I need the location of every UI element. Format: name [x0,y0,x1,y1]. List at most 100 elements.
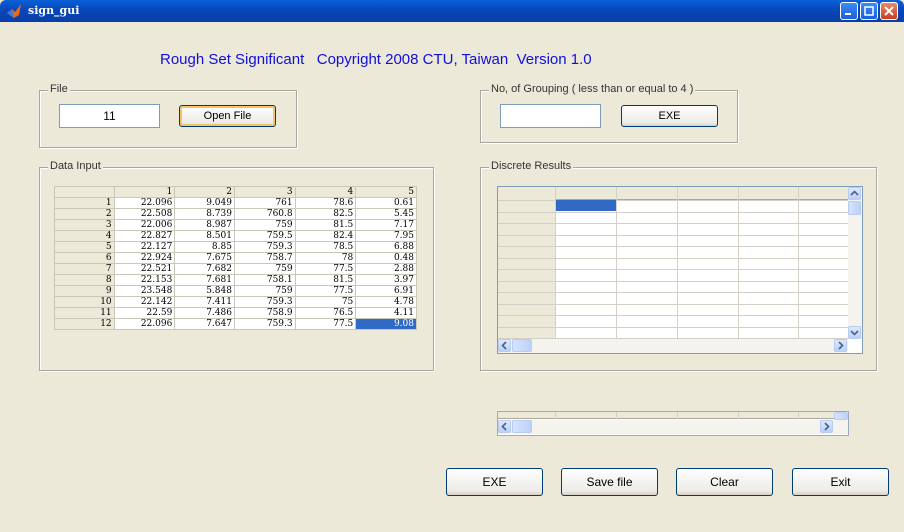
vertical-scroll-thumb[interactable] [848,201,861,215]
table-cell[interactable]: 9.049 [174,197,235,209]
secondary-vertical-thumb[interactable] [834,412,848,420]
table-cell[interactable]: 77.5 [294,263,357,275]
table-cell[interactable]: 761 [233,197,296,209]
clear-button[interactable]: Clear [676,468,773,496]
table-cell[interactable]: 6.91 [355,285,417,297]
table-cell[interactable]: 759.5 [233,230,296,242]
exe-button[interactable]: EXE [446,468,543,496]
table-cell[interactable]: 7.95 [355,230,417,242]
table-cell[interactable]: 7.647 [174,318,235,330]
table-cell[interactable]: 81.5 [294,274,357,286]
table-cell[interactable]: 6.88 [355,241,417,253]
table-cell[interactable]: 759.3 [233,296,296,308]
save-file-button[interactable]: Save file [561,468,658,496]
table-cell[interactable]: 758.7 [233,252,296,264]
table-cell[interactable]: 8.85 [174,241,235,253]
table-cell[interactable]: 22.521 [113,263,176,275]
table-cell[interactable]: 2.88 [355,263,417,275]
table-cell[interactable]: 78.6 [294,197,357,209]
table-cell[interactable]: 760.8 [233,208,296,220]
table-cell[interactable]: 22.127 [113,241,176,253]
scroll-left-button[interactable] [498,339,511,352]
table-cell[interactable]: 76.5 [294,307,357,319]
grouping-input[interactable] [500,104,601,128]
grid-row-header [498,187,556,339]
chevron-left-icon [501,341,507,350]
table-cell[interactable]: 0.61 [355,197,417,209]
table-cell[interactable]: 7.17 [355,219,417,231]
table-cell[interactable]: 78.5 [294,241,357,253]
table-row-header: 6 [54,252,115,264]
chevron-right-icon [824,422,830,431]
table-row-header: 5 [54,241,115,253]
file-number-input[interactable]: 11 [59,104,160,128]
table-cell[interactable]: 759.3 [233,318,296,330]
secondary-horizontal-scrollbar[interactable] [498,420,848,434]
discrete-results-grid[interactable] [497,186,863,354]
selected-cell[interactable] [556,200,616,211]
table-cell[interactable]: 78 [294,252,357,264]
table-cell[interactable]: 75 [294,296,357,308]
table-cell[interactable]: 22.827 [113,230,176,242]
open-file-button[interactable]: Open File [179,105,276,127]
table-cell[interactable]: 22.59 [113,307,176,319]
table-cell[interactable]: 22.924 [113,252,176,264]
table-cell[interactable]: 4.11 [355,307,417,319]
table-cell[interactable]: 23.548 [113,285,176,297]
table-row: 6 22.924 7.675 758.7 78 0.48 [54,252,417,264]
table-cell[interactable]: 77.5 [294,285,357,297]
table-cell[interactable]: 22.142 [113,296,176,308]
table-cell[interactable]: 22.096 [113,197,176,209]
data-input-table[interactable]: 12345 1 22.096 9.049 761 78.6 0.61 2 22.508 8.73… [54,186,417,330]
exit-button[interactable]: Exit [792,468,889,496]
table-cell[interactable]: 22.153 [113,274,176,286]
table-cell[interactable]: 22.096 [113,318,176,330]
minimize-button[interactable] [840,2,858,20]
secondary-scroll-left-button[interactable] [498,420,511,433]
secondary-scroll-thumb[interactable] [512,420,532,433]
table-cell[interactable]: 758.1 [233,274,296,286]
table-cell[interactable]: 759.3 [233,241,296,253]
vertical-scrollbar[interactable] [848,187,862,339]
table-cell[interactable]: 7.675 [174,252,235,264]
table-row: 3 22.006 8.987 759 81.5 7.17 [54,219,417,231]
table-cell[interactable]: 0.48 [355,252,417,264]
table-cell[interactable]: 82.4 [294,230,357,242]
table-cell[interactable]: 5.848 [174,285,235,297]
table-row: 11 22.59 7.486 758.9 76.5 4.11 [54,307,417,319]
table-cell[interactable]: 82.5 [294,208,357,220]
table-cell[interactable]: 759 [233,285,296,297]
table-cell[interactable]: 758.9 [233,307,296,319]
table-cell[interactable]: 7.681 [174,274,235,286]
table-cell[interactable]: 8.987 [174,219,235,231]
table-cell[interactable]: 9.08 [355,318,417,330]
scroll-down-button[interactable] [848,326,861,339]
table-cell[interactable]: 8.739 [174,208,235,220]
table-cell[interactable]: 5.45 [355,208,417,220]
table-cell[interactable]: 4.78 [355,296,417,308]
table-cell[interactable]: 7.682 [174,263,235,275]
table-cell[interactable]: 8.501 [174,230,235,242]
table-cell[interactable]: 7.486 [174,307,235,319]
secondary-scroll-right-button[interactable] [820,420,833,433]
window-title-bar[interactable]: sign_gui [0,0,904,22]
table-cell[interactable]: 3.97 [355,274,417,286]
maximize-button[interactable] [860,2,878,20]
table-cell[interactable]: 22.006 [113,219,176,231]
table-cell[interactable]: 759 [233,263,296,275]
secondary-results-grid[interactable] [497,411,849,436]
table-cell[interactable]: 759 [233,219,296,231]
horizontal-scroll-thumb[interactable] [512,339,532,352]
table-cell[interactable]: 22.508 [113,208,176,220]
horizontal-scrollbar[interactable] [498,339,848,353]
close-button[interactable] [880,2,898,20]
table-row: 7 22.521 7.682 759 77.5 2.88 [54,263,417,275]
scroll-right-button[interactable] [834,339,847,352]
table-cell[interactable]: 81.5 [294,219,357,231]
scroll-up-button[interactable] [848,187,861,200]
table-cell[interactable]: 77.5 [294,318,357,330]
table-row: 9 23.548 5.848 759 77.5 6.91 [54,285,417,297]
grouping-exe-button[interactable]: EXE [621,105,718,127]
table-row-header: 3 [54,219,115,231]
table-cell[interactable]: 7.411 [174,296,235,308]
